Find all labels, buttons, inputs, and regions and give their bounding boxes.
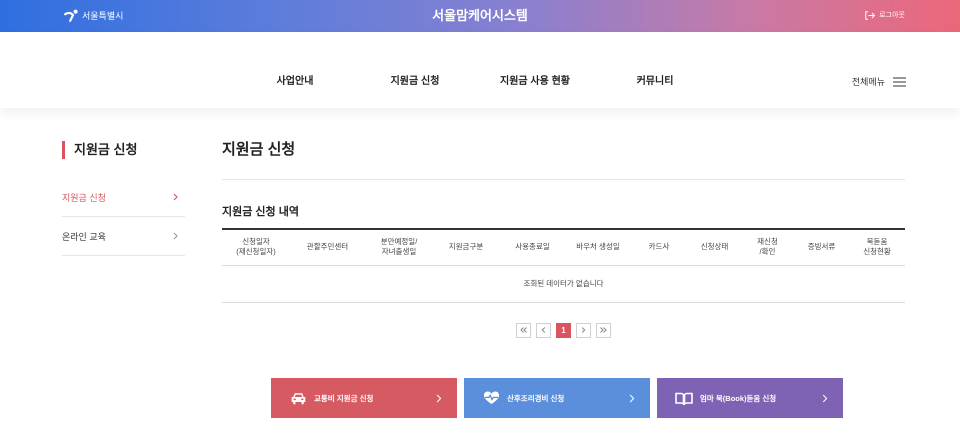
all-menu-label: 전체메뉴 — [851, 77, 885, 87]
heart-pulse-icon — [482, 391, 500, 405]
col-header-subsidy-type: 지원금구분 — [433, 229, 499, 266]
col-header-status: 신청상태 — [688, 229, 741, 266]
page-title: 지원금 신청 — [222, 141, 296, 158]
pagination-page-current[interactable]: 1 — [556, 322, 571, 338]
double-chevron-left-icon — [519, 326, 528, 334]
col-header-due-birth-date: 분만예정일/ 자녀출생일 — [365, 229, 433, 266]
col-header-card-company: 카드사 — [630, 229, 688, 266]
chevron-right-icon — [173, 232, 178, 240]
table-row-empty: 조회된 데이터가 없습니다 — [222, 265, 905, 303]
top-bar: 서울특별시 서울맘케어시스템 로그아웃 — [0, 0, 960, 32]
col-header-community-center: 관할주민센터 — [290, 229, 365, 266]
section-title: 지원금 신청 내역 — [222, 206, 299, 218]
nav-item-community[interactable]: 커뮤니티 — [595, 75, 715, 89]
book-icon — [675, 391, 693, 405]
action-buttons: 교통비 지원금 신청 산후조리경비 신청 엄마 북(Book)돋움 신청 — [271, 378, 843, 418]
main-nav: 사업안내 지원금 신청 지원금 사용 현황 커뮤니티 전체메뉴 — [0, 32, 960, 108]
col-header-apply-date: 신청일자 (재신청일자) — [222, 229, 290, 266]
chevron-right-icon — [436, 394, 442, 403]
nav-menu: 사업안내 지원금 신청 지원금 사용 현황 커뮤니티 — [235, 75, 715, 89]
seoul-logo[interactable]: 서울특별시 — [64, 9, 123, 22]
sidebar-item-label: 지원금 신청 — [62, 192, 106, 203]
sidebar-item-online-education[interactable]: 온라인 교육 — [62, 217, 185, 256]
nav-item-subsidy-usage[interactable]: 지원금 사용 현황 — [475, 75, 595, 89]
col-header-book-status: 북돋움 신청현황 — [849, 229, 905, 266]
main-content: 지원금 신청 지원금 신청 내역 신청일자 (재신청일자) 관할주민센터 분만예… — [222, 136, 905, 338]
site-title: 서울맘케어시스템 — [432, 8, 528, 23]
sidebar-item-label: 온라인 교육 — [62, 231, 106, 242]
sidebar-item-subsidy-apply[interactable]: 지원금 신청 — [62, 178, 185, 217]
nav-item-business-info[interactable]: 사업안내 — [235, 75, 355, 89]
postpartum-care-apply-button[interactable]: 산후조리경비 신청 — [464, 378, 650, 418]
col-header-end-date: 사용종료일 — [499, 229, 566, 266]
table-header-row: 신청일자 (재신청일자) 관할주민센터 분만예정일/ 자녀출생일 지원금구분 사… — [222, 229, 905, 266]
action-label: 산후조리경비 신청 — [507, 393, 565, 403]
chevron-right-icon — [173, 193, 178, 201]
hamburger-icon — [893, 77, 906, 87]
pagination-first-button[interactable] — [516, 322, 531, 338]
pagination-next-button[interactable] — [576, 322, 591, 338]
logout-label: 로그아웃 — [879, 12, 905, 19]
double-chevron-right-icon — [599, 326, 608, 334]
seoul-logo-icon — [64, 9, 79, 22]
col-header-documents: 증빙서류 — [794, 229, 849, 266]
sidebar: 지원금 신청 지원금 신청 온라인 교육 — [62, 138, 185, 256]
pagination: 1 — [222, 322, 905, 338]
sidebar-title-text: 지원금 신청 — [74, 142, 138, 157]
pagination-last-button[interactable] — [596, 322, 611, 338]
sidebar-list: 지원금 신청 온라인 교육 — [62, 178, 185, 256]
action-label: 교통비 지원금 신청 — [314, 393, 374, 403]
title-divider — [222, 179, 905, 180]
nav-item-subsidy-apply[interactable]: 지원금 신청 — [355, 75, 475, 89]
chevron-right-icon — [822, 394, 828, 403]
col-header-voucher-date: 바우처 생성일 — [566, 229, 630, 266]
chevron-left-icon — [540, 326, 547, 334]
all-menu-button[interactable]: 전체메뉴 — [852, 75, 906, 89]
mom-book-apply-button[interactable]: 엄마 북(Book)돋움 신청 — [657, 378, 843, 418]
transport-subsidy-apply-button[interactable]: 교통비 지원금 신청 — [271, 378, 457, 418]
logout-button[interactable]: 로그아웃 — [865, 11, 905, 20]
chevron-right-icon — [580, 326, 587, 334]
application-history-table: 신청일자 (재신청일자) 관할주민센터 분만예정일/ 자녀출생일 지원금구분 사… — [222, 228, 905, 303]
chevron-right-icon — [629, 394, 635, 403]
logo-text: 서울특별시 — [82, 11, 124, 21]
logout-icon — [865, 11, 876, 20]
sidebar-title: 지원금 신청 — [62, 138, 185, 162]
empty-message: 조회된 데이터가 없습니다 — [222, 265, 905, 303]
col-header-reapply: 재신청 /확인 — [741, 229, 794, 266]
car-icon — [289, 391, 307, 405]
sidebar-title-accent-bar — [62, 141, 65, 159]
action-label: 엄마 북(Book)돋움 신청 — [700, 393, 777, 403]
pagination-prev-button[interactable] — [536, 322, 551, 338]
